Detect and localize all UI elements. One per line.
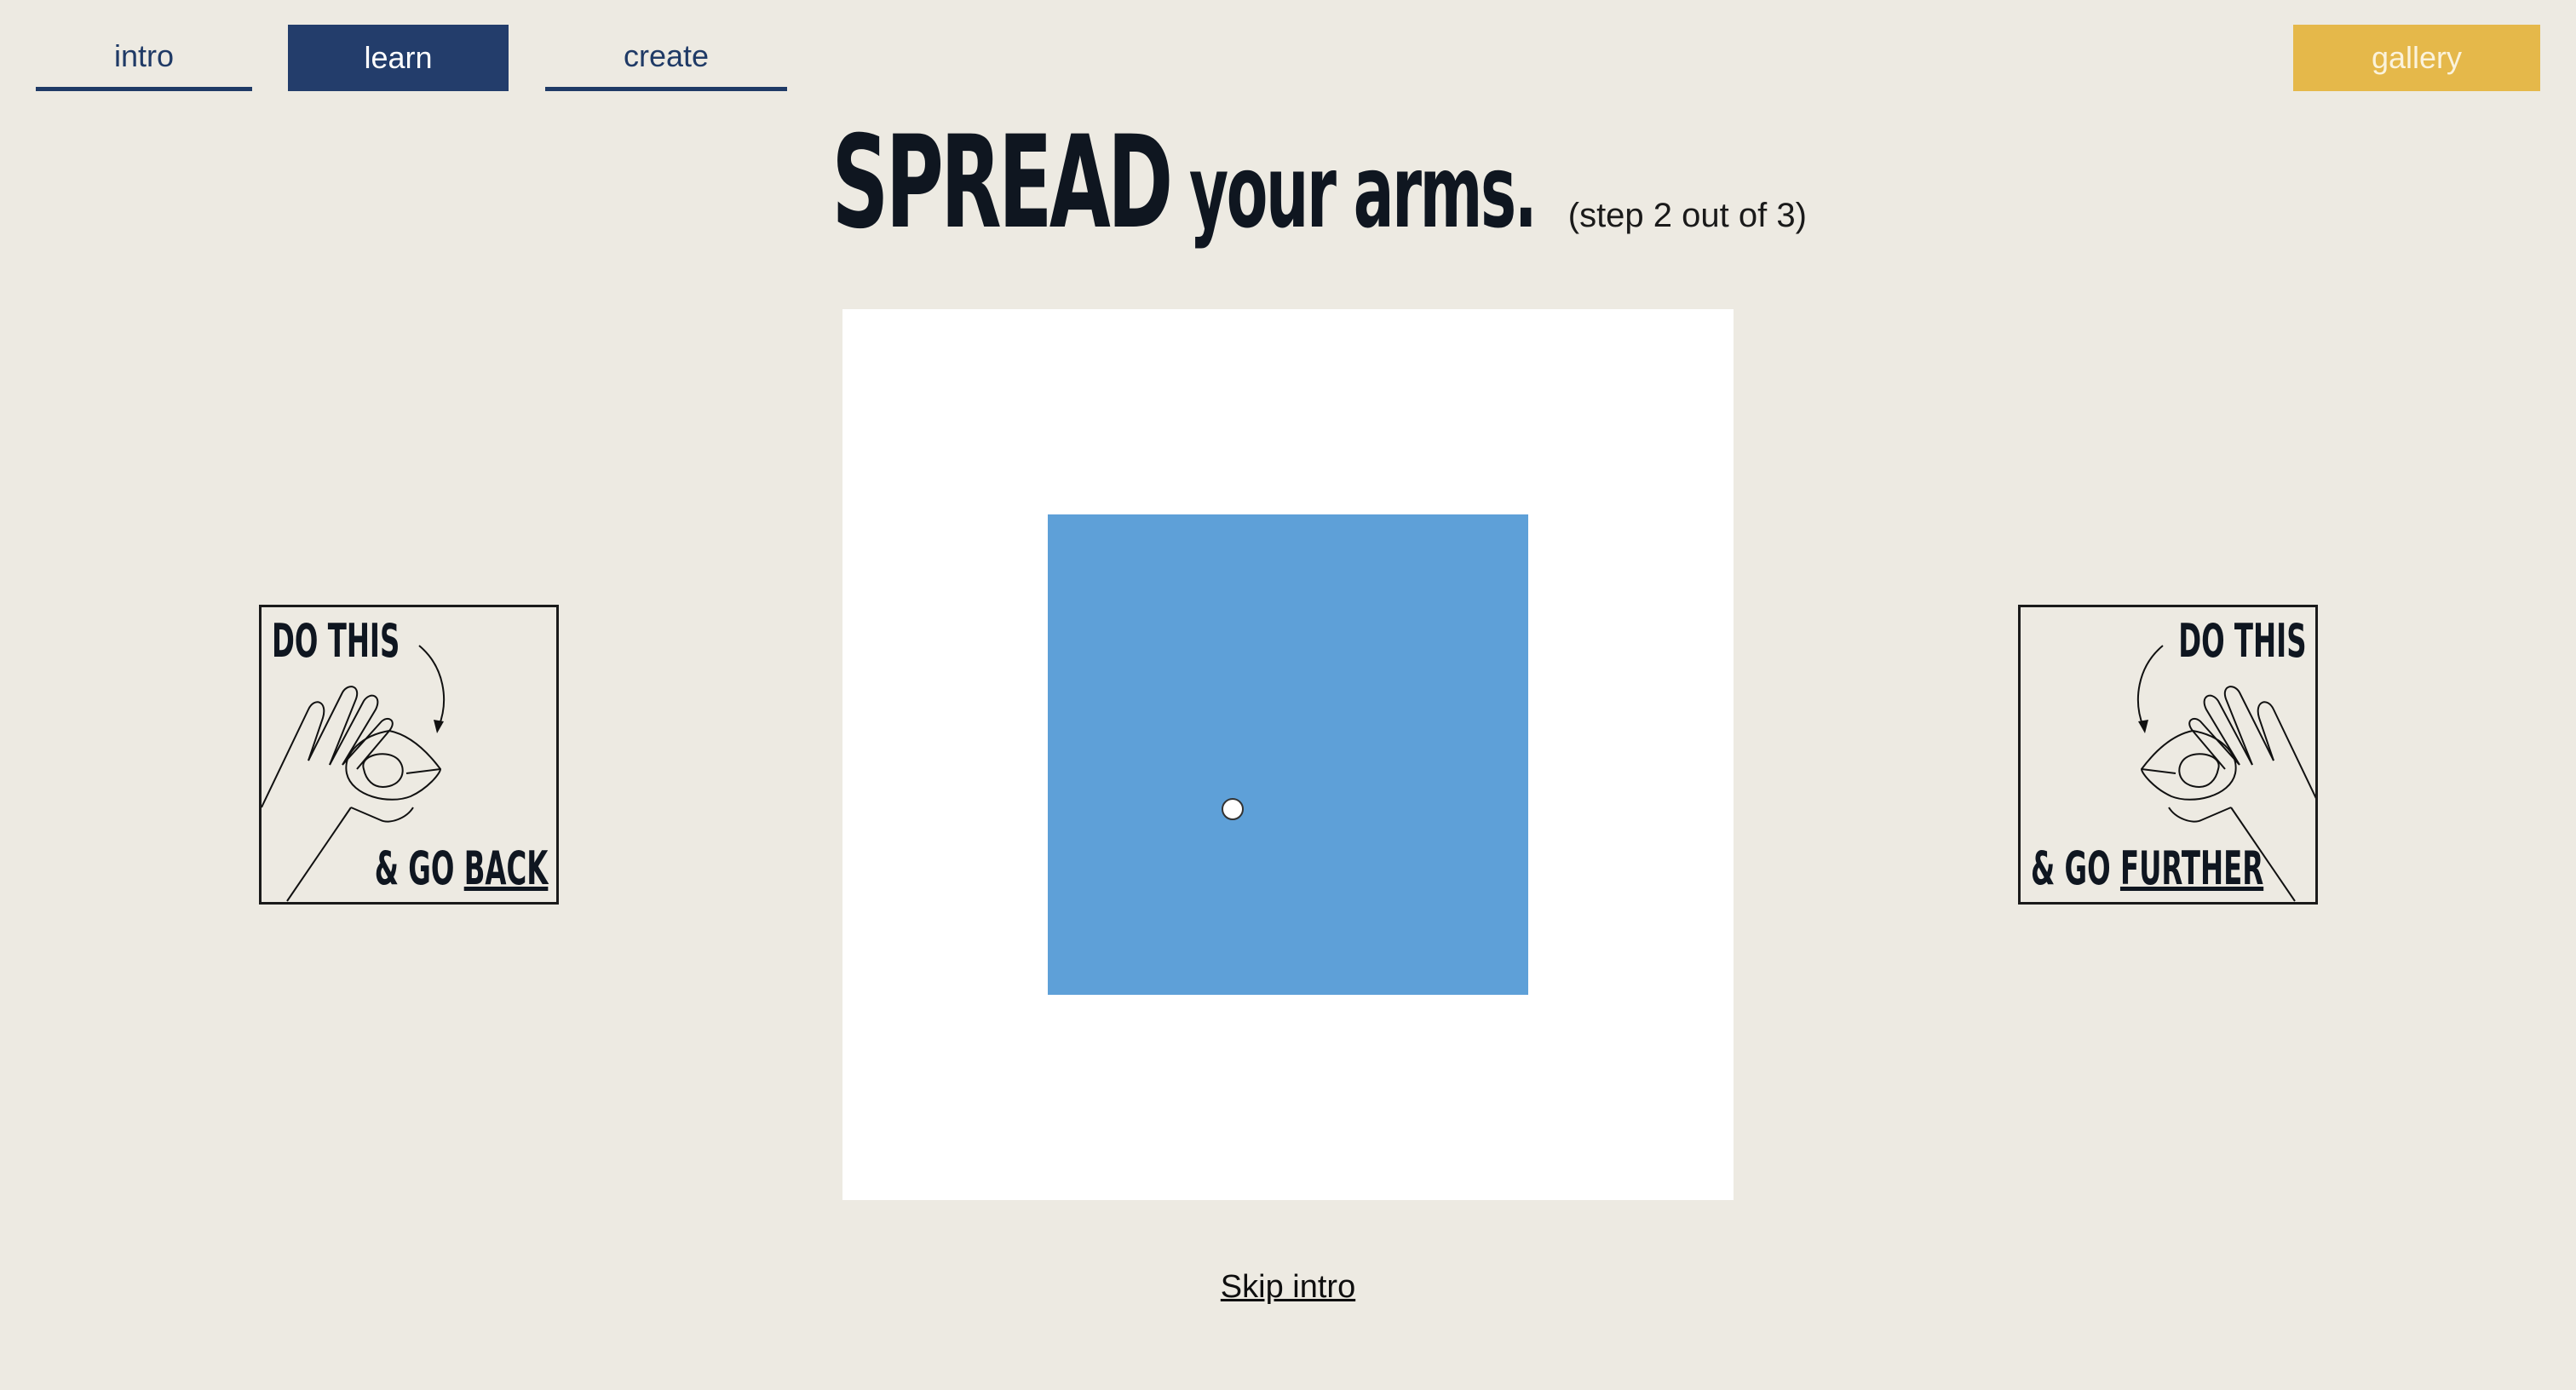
skip-intro-link[interactable]: Skip intro (1221, 1269, 1355, 1305)
skip-intro-container: Skip intro (0, 1269, 2576, 1306)
go-further-gesture-card[interactable]: DO THIS & GO FURTHER (2018, 605, 2318, 905)
card-back-top-label: DO THIS (272, 614, 400, 668)
hand-position-marker (1222, 798, 1244, 820)
card-back-prefix: & GO (374, 841, 464, 895)
target-square (1048, 514, 1528, 995)
page: intro learn create gallery SPREAD your a… (0, 0, 2576, 1390)
tab-create[interactable]: create (545, 25, 787, 91)
pose-canvas[interactable] (842, 309, 1734, 1200)
step-indicator: (step 2 out of 3) (1567, 197, 1807, 234)
go-back-gesture-card[interactable]: DO THIS & GO BACK (259, 605, 559, 905)
tab-intro[interactable]: intro (36, 25, 252, 91)
gallery-button[interactable]: gallery (2293, 25, 2540, 91)
card-further-prefix: & GO (2031, 841, 2120, 895)
card-further-action: FURTHER (2119, 841, 2264, 895)
card-back-bottom-label: & GO BACK (374, 841, 548, 895)
card-further-top-label: DO THIS (2178, 614, 2307, 668)
title-instruction: your arms. (1188, 133, 1538, 250)
title-emphasis: SPREAD (831, 109, 1174, 257)
card-further-bottom-label: & GO FURTHER (2031, 841, 2263, 895)
page-title: SPREAD your arms. (step 2 out of 3) (0, 119, 2576, 247)
card-back-action: BACK (463, 841, 548, 895)
tab-learn[interactable]: learn (288, 25, 509, 91)
